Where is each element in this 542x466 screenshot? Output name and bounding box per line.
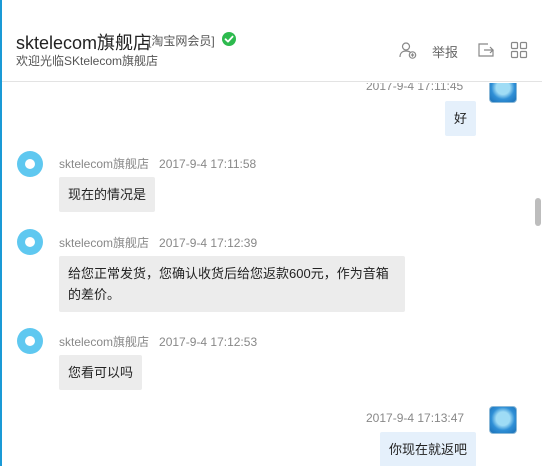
verified-icon	[222, 32, 236, 46]
message-meta: sktelecom旗舰店 2017-9-4 17:12:39	[59, 234, 257, 251]
message-bubble: 给您正常发货，您确认收货后给您返款600元，作为音箱的差价。	[59, 256, 405, 312]
user-add-icon[interactable]	[398, 40, 418, 60]
message-list[interactable]: 2017-9-4 17:11:45 好 sktelecom旗舰店 2017-9-4…	[2, 83, 542, 466]
shop-avatar[interactable]	[17, 229, 43, 255]
message-timestamp: 2017-9-4 17:13:47	[366, 411, 465, 425]
message-bubble: 您看可以吗	[59, 355, 143, 390]
user-avatar[interactable]	[489, 83, 517, 103]
shop-avatar[interactable]	[17, 328, 43, 354]
welcome-text: 欢迎光临SKtelecom旗舰店	[16, 54, 159, 68]
message-timestamp: 2017-9-4 17:11:45	[366, 83, 464, 93]
message-bubble: 好	[445, 101, 477, 136]
scrollbar-thumb[interactable]	[535, 198, 541, 226]
message-meta: sktelecom旗舰店 2017-9-4 17:12:53	[59, 333, 257, 350]
chat-header: sktelecom旗舰店 [淘宝网会员] 欢迎光临SKtelecom旗舰店 举报	[2, 0, 542, 82]
shop-avatar[interactable]	[17, 151, 43, 177]
message-bubble: 现在的情况是	[59, 177, 156, 212]
sender-name: sktelecom旗舰店	[59, 157, 150, 171]
report-button[interactable]: 举报	[432, 42, 458, 61]
share-icon[interactable]	[476, 40, 496, 60]
message-meta: sktelecom旗舰店 2017-9-4 17:11:58	[59, 155, 256, 172]
message-timestamp: 2017-9-4 17:11:58	[159, 157, 257, 171]
sender-name: sktelecom旗舰店	[59, 335, 150, 349]
message-timestamp: 2017-9-4 17:12:53	[159, 335, 258, 349]
message-bubble: 你现在就返吧	[380, 432, 477, 466]
message-timestamp: 2017-9-4 17:12:39	[159, 236, 258, 250]
user-avatar[interactable]	[489, 406, 517, 434]
apps-grid-icon[interactable]	[509, 40, 529, 60]
sender-name: sktelecom旗舰店	[59, 236, 150, 250]
member-tag: [淘宝网会员]	[148, 34, 215, 48]
